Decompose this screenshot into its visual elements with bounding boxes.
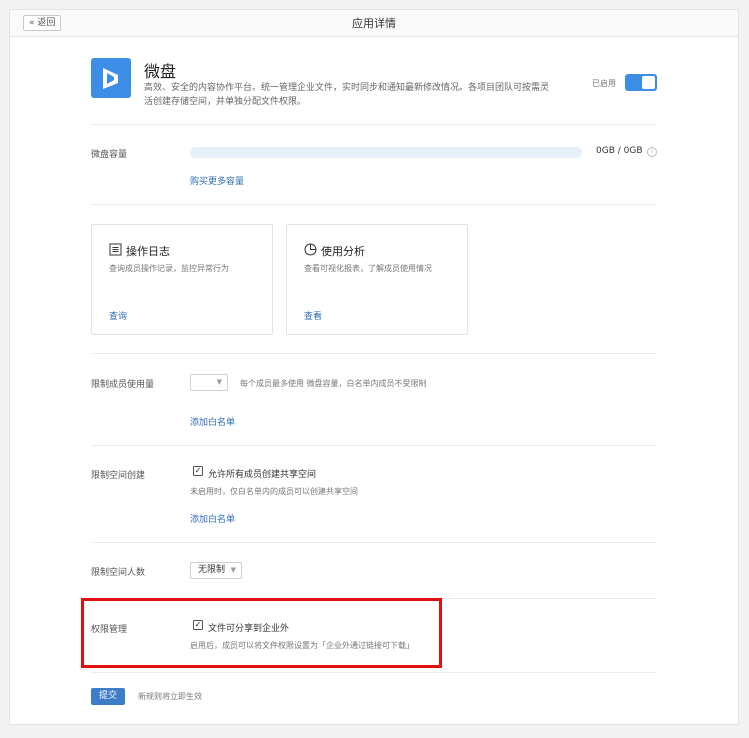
divider bbox=[91, 672, 657, 673]
share-outside-checkbox[interactable]: ✓ bbox=[193, 620, 203, 630]
card-title: 操作日志 bbox=[126, 245, 170, 258]
permission-label: 权限管理 bbox=[91, 625, 128, 635]
usage-analysis-card: 使用分析 查看可视化报表，了解成员使用情况 查看 bbox=[286, 224, 468, 335]
card-description: 查询成员操作记录，监控异常行为 bbox=[109, 264, 229, 273]
chevron-down-icon: ▼ bbox=[230, 566, 236, 574]
info-icon[interactable]: i bbox=[647, 147, 657, 157]
divider bbox=[91, 445, 657, 446]
share-outside-label: 文件可分享到企业外 bbox=[208, 624, 290, 634]
add-whitelist-link[interactable]: 添加白名单 bbox=[190, 415, 235, 428]
top-bar: « 返回 应用详情 bbox=[10, 10, 738, 37]
app-name: 微盘 bbox=[144, 62, 177, 81]
divider bbox=[91, 204, 657, 205]
space-members-label: 限制空间人数 bbox=[91, 568, 146, 578]
divider bbox=[91, 542, 657, 543]
member-limit-hint: 每个成员最多使用 微盘容量，白名单内成员不受限制 bbox=[240, 379, 427, 388]
view-analysis-link[interactable]: 查看 bbox=[304, 309, 322, 322]
operation-log-card: 操作日志 查询成员操作记录，监控异常行为 查询 bbox=[91, 224, 273, 335]
app-description: 高效、安全的内容协作平台。统一管理企业文件，实时同步和通知最新修改情况。各项目团… bbox=[144, 83, 550, 107]
query-log-link[interactable]: 查询 bbox=[109, 309, 127, 322]
capacity-usage-text: 0GB / 0GB bbox=[596, 146, 643, 156]
space-create-hint: 未启用时，仅白名单内的成员可以创建共享空间 bbox=[190, 487, 358, 496]
add-whitelist-link[interactable]: 添加白名单 bbox=[190, 512, 235, 525]
divider bbox=[91, 353, 657, 354]
member-limit-label: 限制成员使用量 bbox=[91, 380, 155, 390]
chevron-down-icon: ▼ bbox=[216, 378, 222, 386]
divider bbox=[91, 124, 657, 125]
card-title: 使用分析 bbox=[321, 245, 365, 258]
allow-create-space-checkbox[interactable]: ✓ bbox=[193, 466, 203, 476]
space-create-label: 限制空间创建 bbox=[91, 471, 146, 481]
select-value: 无限制 bbox=[198, 565, 226, 575]
toggle-knob bbox=[642, 76, 655, 89]
card-description: 查看可视化报表，了解成员使用情况 bbox=[304, 264, 432, 273]
buy-more-capacity-link[interactable]: 购买更多容量 bbox=[190, 174, 244, 187]
submit-button[interactable]: 提交 bbox=[91, 688, 125, 705]
member-limit-select[interactable]: ▼ bbox=[190, 374, 228, 391]
capacity-progress-bar bbox=[190, 147, 582, 158]
enable-toggle[interactable] bbox=[625, 74, 657, 91]
app-detail-panel: « 返回 应用详情 微盘 高效、安全的内容协作平台。统一管理企业文件，实时同步和… bbox=[9, 9, 739, 725]
pie-chart-icon bbox=[304, 243, 317, 256]
capacity-label: 微盘容量 bbox=[91, 150, 128, 160]
log-icon bbox=[109, 243, 122, 256]
submit-hint: 新规则将立即生效 bbox=[138, 692, 202, 701]
permission-hint: 启用后，成员可以将文件权限设置为「企业外通过链接可下载」 bbox=[190, 641, 414, 650]
page-title: 应用详情 bbox=[352, 17, 396, 30]
weipan-logo-icon bbox=[91, 58, 131, 98]
enabled-status-label: 已启用 bbox=[592, 79, 616, 88]
space-members-select[interactable]: 无限制 ▼ bbox=[190, 562, 242, 579]
select-value bbox=[191, 377, 196, 387]
allow-create-space-label: 允许所有成员创建共享空间 bbox=[208, 470, 317, 480]
